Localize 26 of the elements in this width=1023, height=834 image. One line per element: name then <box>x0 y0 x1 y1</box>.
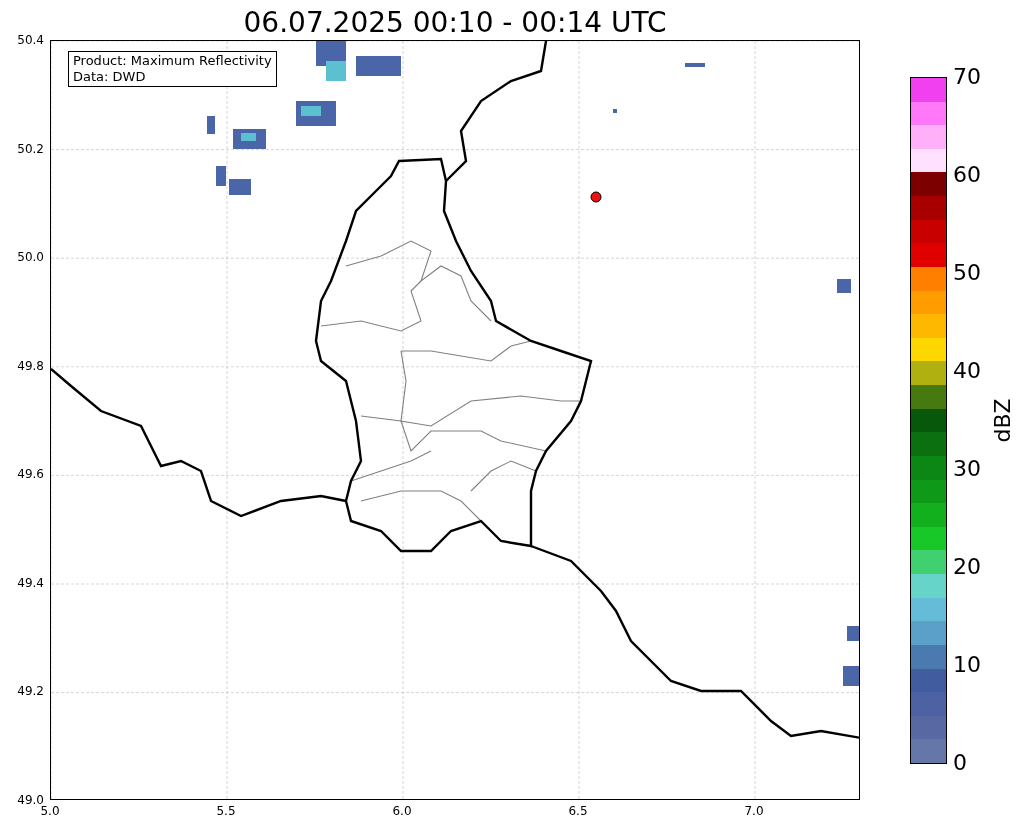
colorbar-tick-label: 70 <box>953 65 981 89</box>
colorbar-tick-label: 30 <box>953 457 981 481</box>
longitude-tick-label: 6.0 <box>392 804 412 818</box>
longitude-tick-label: 5.0 <box>40 804 60 818</box>
colorbar-tick-label: 60 <box>953 163 981 187</box>
latitude-tick-label: 50.4 <box>17 33 44 47</box>
longitude-tick-label: 7.0 <box>744 804 764 818</box>
legend-text: Product: Maximum Reflectivity <box>73 53 272 69</box>
location-marker <box>590 191 602 203</box>
chart-title: 06.07.2025 00:10 - 00:14 UTC <box>243 6 667 40</box>
latitude-tick-label: 49.6 <box>17 467 44 482</box>
legend-text: Data: DWD <box>73 69 147 85</box>
colorbar-tick-label: 20 <box>953 555 981 579</box>
colorbar-tick-label: 10 <box>953 653 981 677</box>
colorbar-tick-label: 50 <box>953 261 981 285</box>
longitude-tick-label: 5.5 <box>216 804 236 818</box>
colorbar-label: dBZ <box>988 398 1016 443</box>
longitude-tick-label: 6.5 <box>568 804 588 818</box>
latitude-tick-label: 49.2 <box>17 684 44 699</box>
latitude-tick-label: 50.2 <box>17 141 44 156</box>
latitude-tick-label: 49.8 <box>17 358 44 373</box>
latitude-tick-label: 49.0 <box>17 793 44 807</box>
colorbar-tick-label: 0 <box>953 751 967 775</box>
colorbar-tick-label: 40 <box>953 359 981 383</box>
latitude-tick-label: 50.0 <box>17 250 44 265</box>
latitude-tick-label: 49.4 <box>17 575 44 590</box>
